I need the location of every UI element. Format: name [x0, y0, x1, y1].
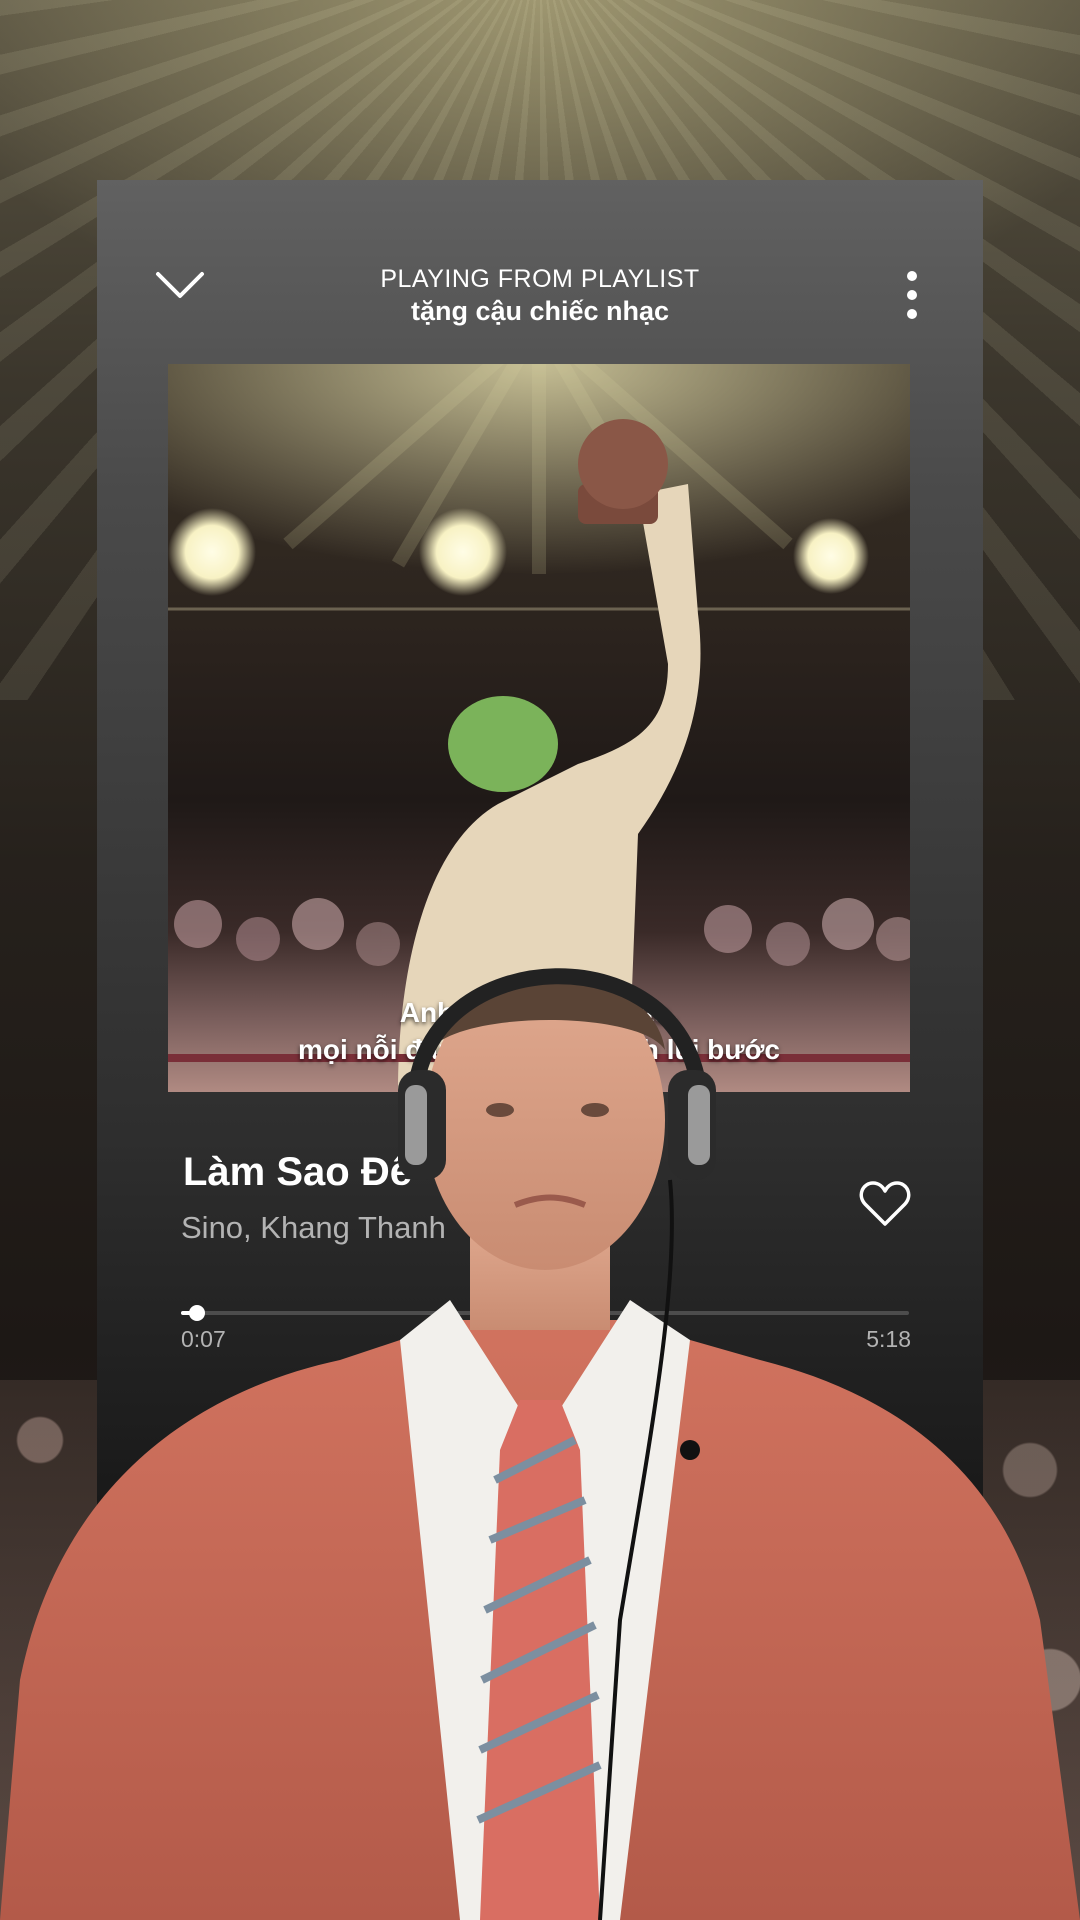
reaction-person-overlay [0, 968, 1080, 1920]
playlist-name: tặng cậu chiếc nhạc [410, 296, 670, 326]
now-playing-header: PLAYING FROM PLAYLIST tặng cậu chiếc nhạ… [97, 180, 983, 350]
video-frame: PLAYING FROM PLAYLIST tặng cậu chiếc nhạ… [0, 0, 1080, 1920]
chevron-down-icon[interactable] [155, 270, 205, 300]
playing-from-label: PLAYING FROM PLAYLIST [380, 265, 700, 293]
more-vertical-icon[interactable] [905, 270, 919, 320]
playlist-context[interactable]: PLAYING FROM PLAYLIST tặng cậu chiếc nhạ… [247, 264, 833, 328]
